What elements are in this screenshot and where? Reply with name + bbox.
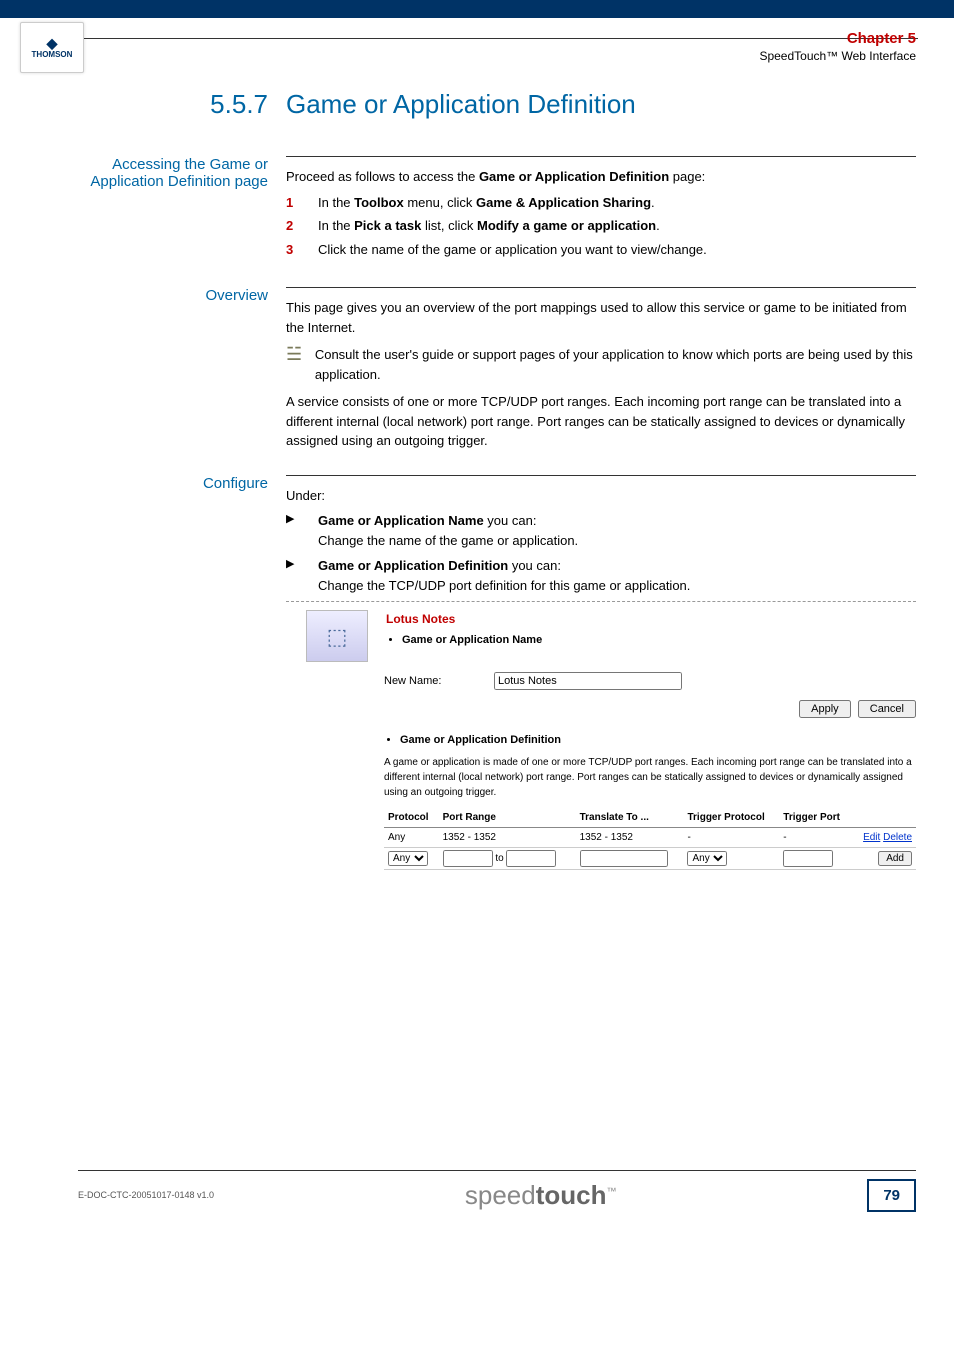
chapter-subhead: SpeedTouch™ Web Interface <box>759 49 916 63</box>
table-row-add: Any to Any Add <box>384 847 916 869</box>
add-button[interactable]: Add <box>878 851 912 866</box>
def-heading: Game or Application Definition <box>400 732 916 749</box>
apply-button[interactable]: Apply <box>799 700 851 718</box>
footer-rule <box>78 1170 916 1171</box>
brand-logo: ◆ THOMSON <box>20 22 84 73</box>
configure-label: Configure <box>78 475 286 870</box>
col-trig-port: Trigger Port <box>779 808 852 828</box>
new-name-input[interactable] <box>494 672 682 690</box>
embed-title: Lotus Notes <box>386 610 542 628</box>
port-from-input[interactable] <box>443 850 493 867</box>
overview-p1: This page gives you an overview of the p… <box>286 298 916 337</box>
chapter-label: Chapter 5 <box>759 30 916 47</box>
logo-text: THOMSON <box>32 50 73 59</box>
trigger-protocol-select[interactable]: Any <box>687 851 727 866</box>
protocol-select[interactable]: Any <box>388 851 428 866</box>
delete-link[interactable]: Delete <box>883 832 912 843</box>
footer-brand: speedtouch™ <box>465 1180 617 1211</box>
port-to-input[interactable] <box>506 850 556 867</box>
configure-under: Under: <box>286 486 916 506</box>
access-label: Accessing the Game or Application Defini… <box>78 156 286 263</box>
edit-link[interactable]: Edit <box>863 832 880 843</box>
name-heading: Game or Application Name <box>402 632 542 649</box>
table-row: Any 1352 - 1352 1352 - 1352 - - Edit Del… <box>384 827 916 847</box>
access-steps: 1In the Toolbox menu, click Game & Appli… <box>286 193 916 260</box>
trigger-port-input[interactable] <box>783 850 833 867</box>
page-number: 79 <box>867 1179 916 1212</box>
doc-reference: E-DOC-CTC-20051017-0148 v1.0 <box>78 1190 214 1200</box>
overview-p2: A service consists of one or more TCP/UD… <box>286 392 916 451</box>
col-translate: Translate To ... <box>576 808 684 828</box>
access-intro: Proceed as follows to access the Game or… <box>286 167 916 187</box>
logo-icon: ◆ <box>47 36 58 50</box>
col-protocol: Protocol <box>384 808 439 828</box>
note-icon: ☱ <box>286 345 315 363</box>
section-title: Game or Application Definition <box>286 89 636 120</box>
overview-label: Overview <box>78 287 286 451</box>
cancel-button[interactable]: Cancel <box>858 700 916 718</box>
translate-input[interactable] <box>580 850 668 867</box>
app-icon: ⬚ <box>306 610 368 662</box>
col-port-range: Port Range <box>439 808 576 828</box>
new-name-label: New Name: <box>384 673 494 690</box>
def-desc: A game or application is made of one or … <box>384 755 916 800</box>
col-trig-proto: Trigger Protocol <box>683 808 779 828</box>
configure-items: ▶Game or Application Name you can:Change… <box>286 511 916 595</box>
section-number: 5.5.7 <box>78 89 286 120</box>
definition-table: Protocol Port Range Translate To ... Tri… <box>384 808 916 870</box>
embedded-screenshot: ⬚ Lotus Notes Game or Application Name N… <box>286 601 916 870</box>
overview-note: ☱ Consult the user's guide or support pa… <box>286 345 916 384</box>
